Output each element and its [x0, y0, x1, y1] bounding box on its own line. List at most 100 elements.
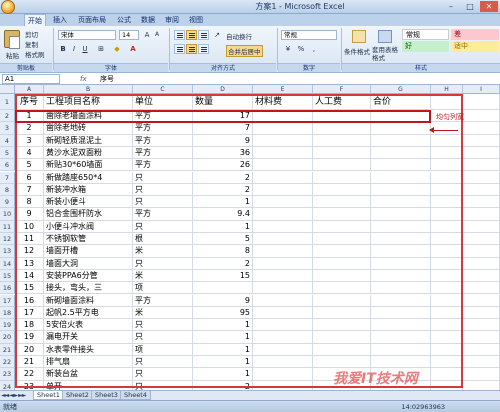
table-cell[interactable]: 17 [193, 110, 253, 123]
table-cell[interactable] [253, 269, 313, 283]
table-cell[interactable]: 6 [15, 171, 44, 184]
table-cell[interactable]: 项 [133, 343, 193, 356]
column-header[interactable]: B [44, 85, 133, 94]
table-format-icon[interactable] [378, 30, 392, 43]
orientation-icon[interactable]: ↗ [212, 30, 222, 40]
table-cell[interactable]: 只 [133, 220, 193, 233]
row-header[interactable]: 5 [0, 146, 15, 160]
table-cell[interactable] [371, 257, 431, 270]
table-cell[interactable] [431, 208, 463, 221]
column-header[interactable]: C [133, 85, 193, 94]
column-header[interactable]: I [463, 85, 500, 94]
table-cell[interactable] [463, 146, 500, 160]
table-cell[interactable] [463, 380, 500, 390]
table-cell[interactable] [431, 122, 463, 135]
tab-insert[interactable]: 插入 [50, 14, 70, 26]
table-cell[interactable] [371, 183, 431, 197]
table-cell[interactable]: 黄沙水泥双面粉 [44, 146, 133, 160]
table-cell[interactable]: 不锈钢软管 [44, 233, 133, 246]
align-center-icon[interactable] [186, 44, 197, 54]
row-header[interactable]: 19 [0, 319, 15, 332]
table-cell[interactable]: 4 [15, 146, 44, 160]
row-header[interactable]: 6 [0, 159, 15, 172]
table-cell[interactable] [463, 159, 500, 172]
table-cell[interactable] [253, 331, 313, 344]
table-cell[interactable]: 新装冲水箱 [44, 183, 133, 197]
table-cell[interactable]: 21 [15, 356, 44, 369]
table-cell[interactable] [431, 257, 463, 270]
table-cell[interactable] [463, 208, 500, 221]
table-cell[interactable]: 1 [193, 368, 253, 381]
table-cell[interactable] [371, 343, 431, 356]
row-header[interactable]: 4 [0, 134, 15, 147]
table-cell[interactable]: 13 [15, 257, 44, 270]
paste-button[interactable]: 粘贴 [6, 50, 19, 60]
table-cell[interactable] [371, 282, 431, 295]
table-header-cell[interactable]: 数量 [193, 94, 253, 110]
row-header[interactable]: 3 [0, 122, 15, 135]
table-cell[interactable]: 10 [15, 220, 44, 233]
currency-icon[interactable]: ¥ [283, 44, 293, 54]
row-header[interactable]: 20 [0, 331, 15, 344]
table-cell[interactable] [463, 233, 500, 246]
row-header[interactable]: 17 [0, 294, 15, 307]
conditional-format-icon[interactable] [352, 30, 366, 43]
table-cell[interactable]: 新做踏座650*4 [44, 171, 133, 184]
row-header[interactable]: 8 [0, 183, 15, 197]
tab-home[interactable]: 开始 [24, 14, 46, 26]
table-cell[interactable]: 2 [15, 122, 44, 135]
table-cell[interactable]: 26 [193, 159, 253, 172]
row-header[interactable]: 18 [0, 306, 15, 320]
table-cell[interactable]: 新装小便斗 [44, 196, 133, 209]
table-cell[interactable]: 新砌墙面涂料 [44, 294, 133, 307]
sheet-nav-arrows-icon[interactable]: ◄◄ ◄ ► ►► [1, 391, 26, 400]
table-cell[interactable] [431, 159, 463, 172]
table-cell[interactable] [463, 122, 500, 135]
row-header[interactable]: 2 [0, 110, 15, 123]
table-cell[interactable]: 漏电开关 [44, 331, 133, 344]
table-cell[interactable]: 22 [15, 368, 44, 381]
table-cell[interactable] [371, 110, 431, 123]
table-cell[interactable]: 1 [193, 343, 253, 356]
percent-icon[interactable]: % [296, 44, 306, 54]
table-cell[interactable] [431, 269, 463, 283]
table-cell[interactable] [463, 171, 500, 184]
table-cell[interactable]: 墙面开槽 [44, 245, 133, 258]
table-cell[interactable]: 只 [133, 331, 193, 344]
table-cell[interactable]: 水表零件接头 [44, 343, 133, 356]
table-cell[interactable]: 1 [193, 319, 253, 332]
table-cell[interactable] [463, 196, 500, 209]
bold-icon[interactable]: B [58, 44, 68, 54]
column-header[interactable]: E [253, 85, 313, 94]
table-cell[interactable] [463, 331, 500, 344]
border-icon[interactable]: ⊞ [96, 44, 106, 54]
grow-font-icon[interactable]: A [142, 30, 152, 40]
column-header[interactable]: H [431, 85, 463, 94]
row-header[interactable]: 24 [0, 380, 15, 390]
table-cell[interactable]: 小便斗冲水阀 [44, 220, 133, 233]
table-cell[interactable]: 23 [15, 380, 44, 390]
table-cell[interactable]: 12 [15, 245, 44, 258]
table-cell[interactable] [431, 282, 463, 295]
table-cell[interactable]: 9 [193, 134, 253, 147]
table-cell[interactable] [253, 159, 313, 172]
copy-button[interactable]: 复制 [25, 39, 38, 49]
font-color-icon[interactable]: A [128, 44, 138, 54]
table-cell[interactable] [253, 343, 313, 356]
table-header-cell[interactable] [431, 94, 463, 110]
tab-formulas[interactable]: 公式 [114, 14, 134, 26]
table-cell[interactable]: 米 [133, 245, 193, 258]
table-cell[interactable] [253, 233, 313, 246]
table-cell[interactable] [253, 171, 313, 184]
table-cell[interactable]: 36 [193, 146, 253, 160]
shrink-font-icon[interactable]: A [152, 30, 162, 40]
table-cell[interactable]: 平方 [133, 146, 193, 160]
tab-data[interactable]: 数据 [138, 14, 158, 26]
table-cell[interactable]: 只 [133, 171, 193, 184]
table-cell[interactable]: 只 [133, 183, 193, 197]
row-header[interactable]: 11 [0, 220, 15, 233]
table-cell[interactable] [253, 134, 313, 147]
table-cell[interactable] [463, 183, 500, 197]
style-normal[interactable]: 常规 [402, 29, 449, 40]
table-cell[interactable]: 2 [193, 183, 253, 197]
